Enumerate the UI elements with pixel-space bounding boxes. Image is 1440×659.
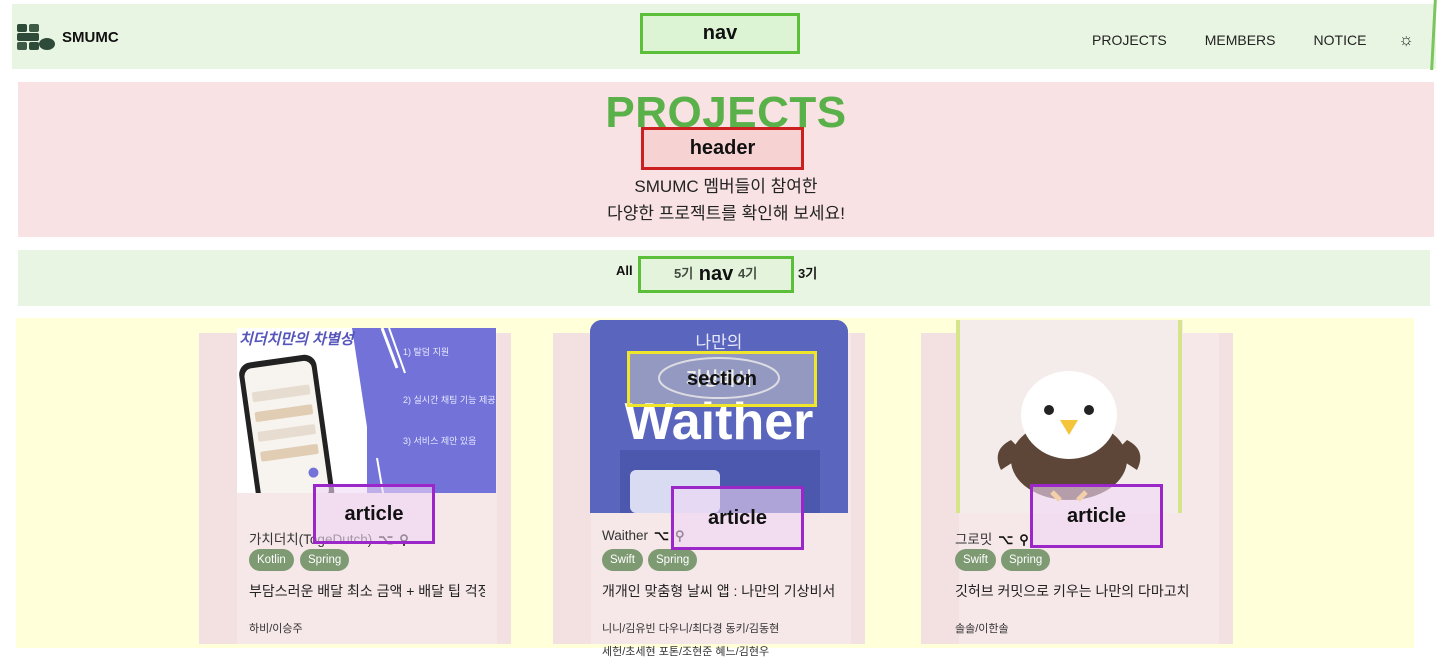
article-annotation-label: article <box>1067 504 1126 527</box>
nav-link-notice[interactable]: NOTICE <box>1314 32 1367 48</box>
project-name-text: 그로밋 <box>955 532 993 547</box>
section-annotation-box: section <box>627 351 817 407</box>
project-description: 깃허브 커밋으로 키우는 나만의 다마고치 <box>955 583 1190 599</box>
nav-link-members[interactable]: MEMBERS <box>1205 32 1276 48</box>
header-subtitle-line2: 다양한 프로젝트를 확인해 보세요! <box>607 204 845 223</box>
project-name-text: Waither <box>602 528 649 543</box>
tag-spring: Spring <box>300 549 350 571</box>
github-icon[interactable]: ⌥ <box>654 528 669 543</box>
togedutch-thumb-point-2: 2) 실시간 채팅 기능 제공 <box>403 395 496 405</box>
project-name: 그로밋 ⌥ ⚲ <box>955 528 1029 548</box>
paperclip-icon[interactable]: ⚲ <box>1019 532 1029 547</box>
project-description: 개개인 맞춤형 날씨 앱 : 나만의 기상비서 <box>602 583 836 599</box>
togedutch-thumb-point-3: 3) 서비스 제안 있음 <box>403 436 477 446</box>
header-subtitle-line1: SMUMC 멤버들이 참여한 <box>634 177 818 196</box>
togedutch-thumb-point-1: 1) 탈덤 지원 <box>403 347 450 357</box>
tag-spring: Spring <box>1001 549 1051 571</box>
github-icon[interactable]: ⌥ <box>998 532 1013 547</box>
brand-name[interactable]: SMUMC <box>62 29 119 46</box>
tag-kotlin: Kotlin <box>249 549 294 571</box>
project-members-line2: 세헌/초세현 포톤/조현준 혜느/김현우 <box>602 646 770 658</box>
tag-swift: Swift <box>602 549 643 571</box>
article-annotation-box-1: article <box>313 484 435 544</box>
togedutch-thumbnail-art <box>239 328 496 493</box>
article-annotation-label: article <box>708 506 767 529</box>
nav-link-projects[interactable]: PROJECTS <box>1092 32 1167 48</box>
article-annotation-box-3: article <box>1030 484 1163 548</box>
smumc-logo[interactable] <box>16 23 56 51</box>
togedutch-thumbnail[interactable]: 치더치만의 차별성 1) 탈덤 지원 2) 실시간 채팅 기능 제공 3) 서비… <box>237 328 496 493</box>
waither-thumbnail[interactable]: 나만의 기상비서 Waither <box>590 320 848 513</box>
filter-nav-annotation-label: nav <box>698 263 734 285</box>
section-annotation-label: section <box>686 367 758 390</box>
nav-links: PROJECTS MEMBERS NOTICE ☼ <box>1054 30 1414 50</box>
waither-thumb-caption: 나만의 <box>695 333 743 352</box>
header-annotation-label: header <box>689 137 756 159</box>
project-description: 부담스러운 배달 최소 금액 + 배달 팁 걱정 <box>249 583 485 599</box>
tag-swift: Swift <box>955 549 996 571</box>
article-annotation-box-2: article <box>671 486 804 550</box>
togedutch-thumb-caption: 치더치만의 차별성 <box>239 331 354 348</box>
header-annotation-box: header <box>641 127 804 170</box>
sun-icon[interactable]: ☼ <box>1398 30 1414 50</box>
filter-gen3[interactable]: 3기 <box>798 263 817 282</box>
project-members: 하비/이승주 <box>249 623 303 635</box>
tag-spring: Spring <box>648 549 698 571</box>
filter-all[interactable]: All <box>616 263 633 278</box>
article-annotation-label: article <box>344 502 404 525</box>
filter-nav-annotation-box: nav <box>638 256 794 293</box>
nav-annotation-label: nav <box>702 22 738 44</box>
project-members: 니니/김유빈 다우니/최다경 동키/김동현 <box>602 623 780 635</box>
nav-annotation-box: nav <box>640 13 800 54</box>
project-members: 솔솔/이한솔 <box>955 623 1009 635</box>
